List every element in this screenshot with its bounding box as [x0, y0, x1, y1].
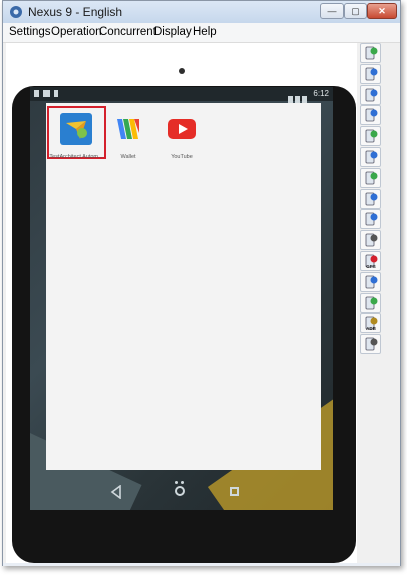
phone-transfer-tool-button[interactable] [360, 334, 381, 355]
adb-tool-icon: ADB [365, 316, 378, 331]
rotate-device-tool-icon [365, 67, 378, 81]
app-testarchitect[interactable]: TestArchitect Autom... [46, 113, 106, 160]
page-indicator [175, 471, 189, 484]
svg-text:ADB: ADB [366, 326, 376, 331]
app-youtube[interactable]: YouTube [152, 113, 212, 160]
device-info-tool-button[interactable] [360, 188, 381, 209]
menu-settings[interactable]: Settings [9, 26, 51, 38]
window-border [3, 563, 400, 566]
app-label: Wallet [120, 154, 136, 160]
home-screen: TestArchitect Autom... Wallet YouTube [46, 103, 321, 470]
screenshot-tool-icon [365, 108, 378, 122]
logcat-tool-icon [365, 275, 378, 289]
camera-icon [179, 68, 185, 74]
file-transfer-tool-button[interactable] [360, 167, 381, 188]
refresh-tool-button[interactable] [360, 292, 381, 313]
settings-globe-tool-icon [365, 46, 378, 60]
wallet-icon [117, 119, 139, 139]
browser-tool-icon [365, 88, 378, 101]
install-tool-button[interactable] [360, 147, 381, 167]
menu-help[interactable]: Help [193, 26, 217, 38]
status-bar: 6:12 [30, 87, 333, 103]
phone-transfer-tool-icon [365, 337, 378, 351]
title-bar[interactable]: Nexus 9 - English — ▢ ✕ [3, 1, 400, 24]
device-screen[interactable]: 6:12 TestArchitect Autom... Wallet YouTu… [30, 87, 333, 510]
navigation-bar [30, 477, 333, 510]
app-wallet[interactable]: Wallet [98, 113, 158, 160]
minimize-button[interactable]: — [320, 3, 344, 19]
youtube-icon [168, 119, 196, 139]
emulator-window: Nexus 9 - English — ▢ ✕ Settings Operati… [2, 0, 401, 566]
menu-concurrent[interactable]: Concurrent [99, 26, 156, 38]
app-gear-icon [10, 6, 22, 18]
gps-tool-icon: GPS [365, 254, 378, 269]
testarchitect-icon [60, 113, 92, 145]
gps-tool-button[interactable]: GPS [360, 251, 381, 271]
recent-apps-icon[interactable] [230, 487, 239, 496]
app-label: TestArchitect Autom... [49, 154, 103, 160]
side-toolbar: GPS ADB [360, 43, 384, 355]
screenshot-tool-button[interactable] [360, 105, 381, 126]
copy-tool-button[interactable] [360, 209, 381, 230]
rotate-device-tool-button[interactable] [360, 63, 381, 84]
file-transfer-tool-icon [365, 171, 378, 185]
svg-text:GPS: GPS [366, 264, 376, 269]
back-icon[interactable] [110, 485, 122, 499]
adb-tool-button[interactable]: ADB [360, 313, 381, 334]
status-time: 6:12 [313, 89, 329, 98]
record-tool-icon [365, 233, 378, 247]
menu-display[interactable]: Display [154, 26, 192, 38]
menu-bar: Settings Operation Concurrent Display He… [3, 23, 400, 43]
menu-operation[interactable]: Operation [51, 26, 102, 38]
status-icons [288, 90, 310, 103]
settings-globe-tool-button[interactable] [360, 43, 381, 63]
notification-icon [54, 90, 58, 97]
app-label: YouTube [171, 154, 193, 160]
install-tool-icon [365, 150, 378, 164]
browser-tool-button[interactable] [360, 84, 381, 105]
refresh-tool-icon [365, 296, 378, 309]
notification-icon [34, 90, 39, 97]
record-tool-button[interactable] [360, 230, 381, 251]
device-info-tool-icon [365, 192, 378, 205]
home-icon[interactable] [175, 486, 185, 496]
logcat-tool-button[interactable] [360, 271, 381, 292]
maximize-button[interactable]: ▢ [344, 3, 367, 19]
copy-tool-icon [365, 212, 378, 226]
window-title: Nexus 9 - English [28, 5, 123, 19]
wifi-tool-button[interactable] [360, 126, 381, 147]
wifi-tool-icon [365, 129, 378, 143]
notification-icon [43, 90, 50, 97]
close-button[interactable]: ✕ [367, 3, 397, 19]
